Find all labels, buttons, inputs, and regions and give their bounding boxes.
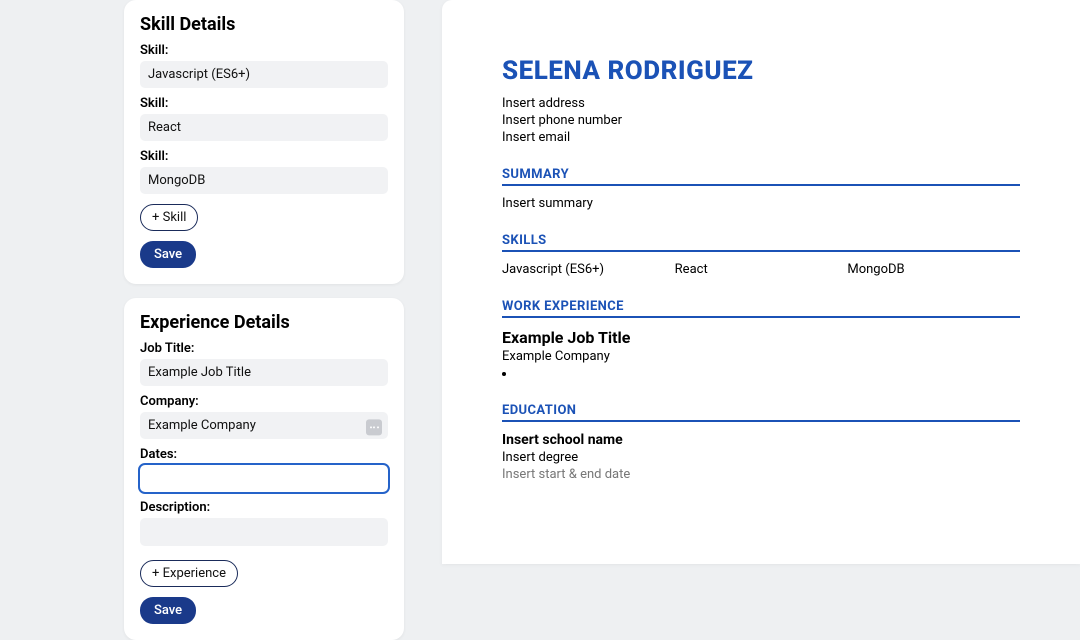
resume-school: Insert school name [502, 432, 1020, 448]
resume-preview: SELENA RODRIGUEZ Insert address Insert p… [442, 0, 1080, 564]
resume-job-bullets [502, 366, 1020, 381]
skill-input-2[interactable] [140, 167, 388, 194]
resume-email: Insert email [502, 130, 1020, 145]
education-heading: EDUCATION [502, 403, 1020, 418]
resume-phone: Insert phone number [502, 113, 1020, 128]
skill-input-0[interactable] [140, 61, 388, 88]
add-experience-button[interactable]: + Experience [140, 560, 238, 587]
company-label: Company: [140, 394, 388, 409]
skill-label-1: Skill: [140, 96, 388, 111]
summary-text: Insert summary [502, 196, 1020, 211]
dates-input[interactable] [140, 465, 388, 492]
skill-details-card: Skill Details Skill: Skill: Skill: + Ski… [124, 0, 404, 284]
summary-rule [502, 184, 1020, 186]
company-input[interactable] [140, 412, 388, 439]
resume-name: SELENA RODRIGUEZ [502, 56, 1020, 86]
skills-heading: SKILLS [502, 233, 1020, 248]
resume-skill-0: Javascript (ES6+) [502, 262, 675, 277]
description-input[interactable] [140, 518, 388, 546]
work-rule [502, 316, 1020, 318]
skill-input-1[interactable] [140, 114, 388, 141]
resume-address: Insert address [502, 96, 1020, 111]
job-title-input[interactable] [140, 359, 388, 386]
work-heading: WORK EXPERIENCE [502, 299, 1020, 314]
summary-heading: SUMMARY [502, 167, 1020, 182]
skill-label-2: Skill: [140, 149, 388, 164]
resume-degree: Insert degree [502, 450, 1020, 465]
skill-label-0: Skill: [140, 43, 388, 58]
education-rule [502, 420, 1020, 422]
skills-row: Javascript (ES6+) React MongoDB [502, 262, 1020, 277]
skill-details-title: Skill Details [140, 14, 388, 35]
resume-job-title: Example Job Title [502, 328, 1020, 347]
resume-skill-2: MongoDB [847, 262, 1020, 277]
job-title-label: Job Title: [140, 341, 388, 356]
save-skills-button[interactable]: Save [140, 241, 196, 268]
skills-rule [502, 250, 1020, 252]
resume-company: Example Company [502, 349, 1020, 364]
resume-edu-dates: Insert start & end date [502, 467, 1020, 482]
resume-skill-1: React [675, 262, 848, 277]
description-label: Description: [140, 500, 388, 515]
experience-details-title: Experience Details [140, 312, 388, 333]
save-experience-button[interactable]: Save [140, 597, 196, 624]
dates-label: Dates: [140, 447, 388, 462]
experience-details-card: Experience Details Job Title: Company: D… [124, 298, 404, 640]
add-skill-button[interactable]: + Skill [140, 204, 198, 231]
ellipsis-icon[interactable] [366, 419, 382, 435]
